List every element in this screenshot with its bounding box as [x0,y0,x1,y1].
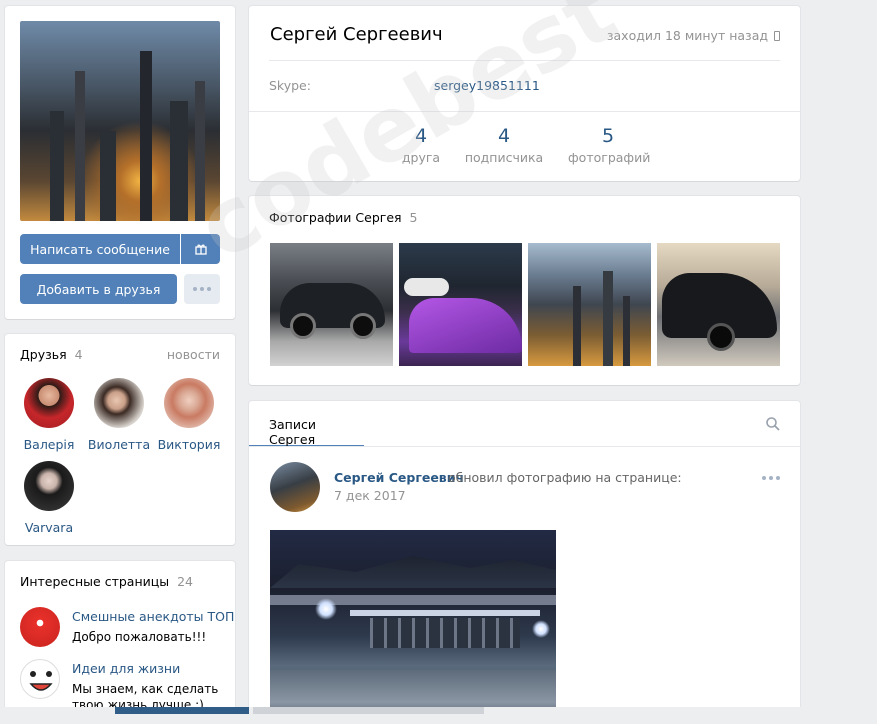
scrollbar-thumb[interactable] [115,707,249,714]
friend-avatar [24,378,74,428]
search-icon[interactable] [766,417,780,431]
avatar-card: Написать сообщение Добавить в друзья [5,6,235,319]
friend-item[interactable]: Виктория [154,378,224,452]
interesting-pages-card: Интересные страницы 24 Смешные анекдоты … [5,561,235,724]
last-seen-text: заходил 18 минут назад [606,28,768,43]
counter-followers[interactable]: 4 подписчика [464,125,544,165]
photos-count: 5 [409,210,418,225]
scrollbar-track[interactable] [253,707,484,714]
friend-avatar [24,461,74,511]
friends-count: 4 [74,347,83,362]
tomato-logo-icon [20,607,60,647]
last-seen: заходил 18 минут назад [607,28,780,43]
wall-card: Записи Сергея Сергей Сергеевич обновил ф… [249,401,800,724]
add-friend-button[interactable]: Добавить в друзья [20,274,177,304]
friend-item[interactable]: Varvara [14,461,84,535]
post-date[interactable]: 7 дек 2017 [334,488,406,503]
profile-info-card: Сергей Сергеевич заходил 18 минут назад … [249,6,800,181]
divider [249,111,800,112]
counter-label: друга [401,150,441,165]
post-action-text: обновил фотографию на странице: [448,470,682,485]
add-friend-label: Добавить в друзья [36,281,161,297]
counter-photos[interactable]: 5 фотографий [568,125,651,165]
friends-title: Друзья [20,347,67,362]
more-actions-button[interactable] [184,274,220,304]
post-image[interactable] [270,530,556,724]
counter-label: подписчика [464,150,544,165]
friend-name: Валерія [23,437,75,452]
photos-card: Фотографии Сергея 5 [249,196,800,385]
counter-value: 5 [601,125,615,147]
tab-posts-label: Записи Сергея [269,417,316,447]
page-name: Идеи для жизни [72,661,181,676]
friend-item[interactable]: Виолетта [84,378,154,452]
gift-button[interactable] [181,234,220,264]
page-desc: Добро пожаловать!!! [72,630,207,644]
pages-title: Интересные страницы [20,574,170,589]
smiley-logo-icon [20,659,60,699]
mobile-icon [774,30,780,41]
friends-news-link[interactable]: новости [167,347,220,362]
send-message-label: Написать сообщение [30,241,170,257]
send-message-button[interactable]: Написать сообщение [20,234,180,264]
pages-header[interactable]: Интересные страницы 24 [20,574,193,589]
photo-thumbnail[interactable] [657,243,780,366]
divider [269,60,780,61]
counter-value: 4 [497,125,511,147]
pages-count: 24 [177,574,194,589]
counter-value: 4 [414,125,428,147]
profile-avatar[interactable] [20,21,220,221]
counter-friends[interactable]: 4 друга [381,125,461,165]
gift-icon [194,244,207,255]
friend-name: Виктория [157,437,221,452]
photo-thumbnail[interactable] [270,243,393,366]
post-menu-icon[interactable] [762,476,780,480]
tab-posts[interactable]: Записи Сергея [249,401,364,447]
photo-thumbnail[interactable] [528,243,651,366]
divider [249,446,800,447]
friend-item[interactable]: Валерія [14,378,84,452]
friend-name: Varvara [24,520,74,535]
page-title: Сергей Сергеевич [270,24,443,45]
post-author-link[interactable]: Сергей Сергеевич [334,470,464,485]
page-item[interactable]: Смешные анекдоты ТОП Добро пожаловать!!! [20,607,234,651]
friend-name: Виолетта [87,437,151,452]
photos-title: Фотографии Сергея [269,210,402,225]
photo-thumbnail[interactable] [399,243,522,366]
friends-card: Друзья 4 новости Валерія Виолетта Виктор… [5,334,235,545]
friend-avatar [164,378,214,428]
friends-header[interactable]: Друзья 4 [20,347,83,362]
counter-label: фотографий [568,150,651,165]
page-name: Смешные анекдоты ТОП [72,609,235,624]
friend-avatar [94,378,144,428]
more-icon [193,287,211,291]
post-author-avatar[interactable] [270,462,320,512]
skype-link[interactable]: sergey19851111 [434,78,540,93]
page-desc: Мы знаем, как сделать [72,682,219,696]
photos-header[interactable]: Фотографии Сергея 5 [269,210,417,225]
skype-label: Skype: [269,78,311,93]
horizontal-scrollbar[interactable] [0,707,877,724]
